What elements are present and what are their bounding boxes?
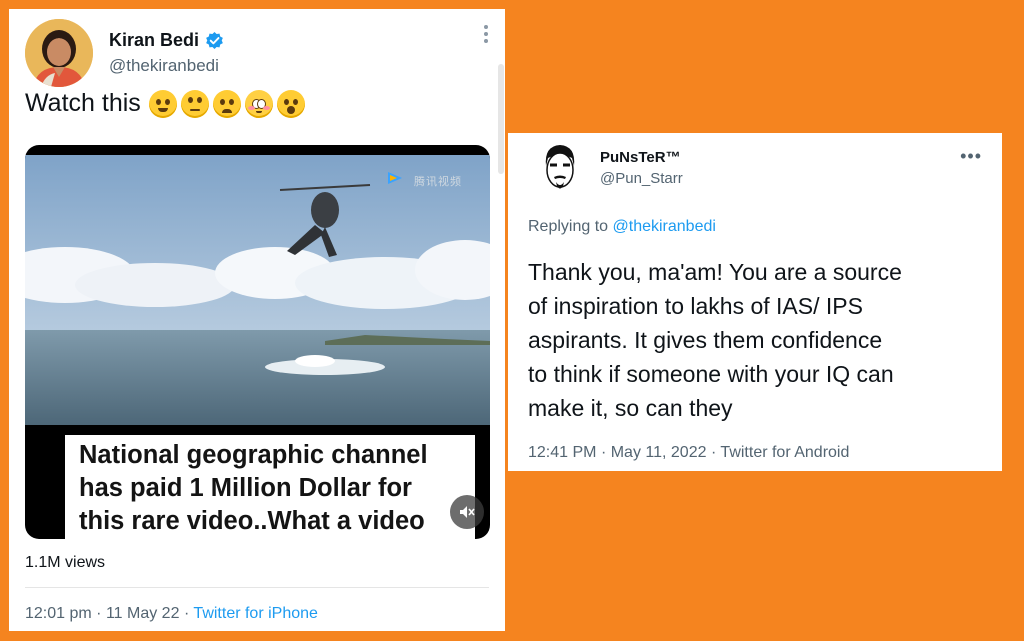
tweet-time[interactable]: 12:01 pm — [25, 605, 92, 622]
tweet-source-link[interactable]: Twitter for iPhone — [193, 605, 318, 622]
reply-text-line: of inspiration to lakhs of IAS/ IPS — [528, 293, 863, 319]
muted-speaker-icon[interactable] — [450, 495, 484, 529]
meta-separator: · — [600, 444, 607, 461]
tweet-card-kiran-bedi[interactable]: Kiran Bedi @thekiranbedi Watch this 腾讯视频… — [9, 9, 505, 631]
face-with-open-mouth-emoji-icon — [276, 89, 305, 118]
video-caption-line: National geographic channel — [79, 441, 428, 469]
video-caption: National geographic channel has paid 1 M… — [65, 435, 475, 539]
video-player[interactable]: 腾讯视频 National geographic channel has pai… — [25, 145, 490, 539]
view-count: 1.1M views — [25, 554, 106, 571]
replying-to: Replying to @thekiranbedi — [528, 218, 716, 236]
frowning-face-emoji-icon — [212, 89, 241, 118]
meta-separator: · — [710, 444, 717, 461]
reply-text: Thank you, ma'am! You are a source of in… — [528, 255, 988, 425]
reply-text-line: aspirants. It gives them confidence — [528, 327, 883, 353]
avatar[interactable] — [530, 138, 590, 198]
video-caption-line: this rare video..What a video — [79, 507, 425, 535]
video-caption-line: has paid 1 Million Dollar for — [79, 474, 412, 502]
divider — [25, 587, 489, 588]
tweet-meta: 12:41 PM · May 11, 2022 · Twitter for An… — [528, 444, 849, 462]
reply-mention-link[interactable]: @thekiranbedi — [613, 218, 716, 235]
face-holding-back-tears-emoji-icon — [148, 89, 177, 118]
display-name[interactable]: Kiran Bedi — [109, 30, 199, 51]
tweet-date[interactable]: May 11, 2022 — [611, 444, 707, 461]
scrollbar[interactable] — [498, 64, 504, 174]
video-watermark-text: 腾讯视频 — [414, 176, 462, 188]
avatar[interactable] — [25, 19, 93, 87]
tweet-text: Watch this — [25, 89, 305, 118]
tweet-meta: 12:01 pm · 11 May 22 · Twitter for iPhon… — [25, 605, 318, 623]
video-watermark-logo-icon — [388, 172, 402, 184]
more-options-icon[interactable]: ••• — [960, 146, 982, 167]
tweet-source-label[interactable]: Twitter for Android — [720, 444, 849, 461]
more-options-icon[interactable] — [483, 25, 489, 47]
user-handle[interactable]: @Pun_Starr — [600, 170, 683, 187]
meta-separator: · — [183, 605, 190, 622]
tweet-date[interactable]: 11 May 22 — [106, 605, 180, 622]
verified-badge-icon — [205, 31, 224, 50]
meta-separator: · — [96, 605, 102, 622]
replying-to-label: Replying to — [528, 218, 609, 235]
face-with-rolling-eyes-emoji-icon — [180, 89, 209, 118]
tweet-card-punster-reply[interactable]: PuNsTeR™ @Pun_Starr ••• Replying to @the… — [508, 133, 1002, 471]
reply-text-line: Thank you, ma'am! You are a source — [528, 259, 902, 285]
reply-text-line: make it, so can they — [528, 395, 733, 421]
user-handle[interactable]: @thekiranbedi — [109, 56, 219, 76]
tweet-time[interactable]: 12:41 PM — [528, 444, 596, 461]
reply-text-line: to think if someone with your IQ can — [528, 361, 894, 387]
display-name[interactable]: PuNsTeR™ — [600, 149, 681, 166]
tweet-text-content: Watch this — [25, 89, 141, 117]
flushed-face-emoji-icon — [244, 89, 273, 118]
video-frame-helicopter-sea — [25, 155, 490, 425]
